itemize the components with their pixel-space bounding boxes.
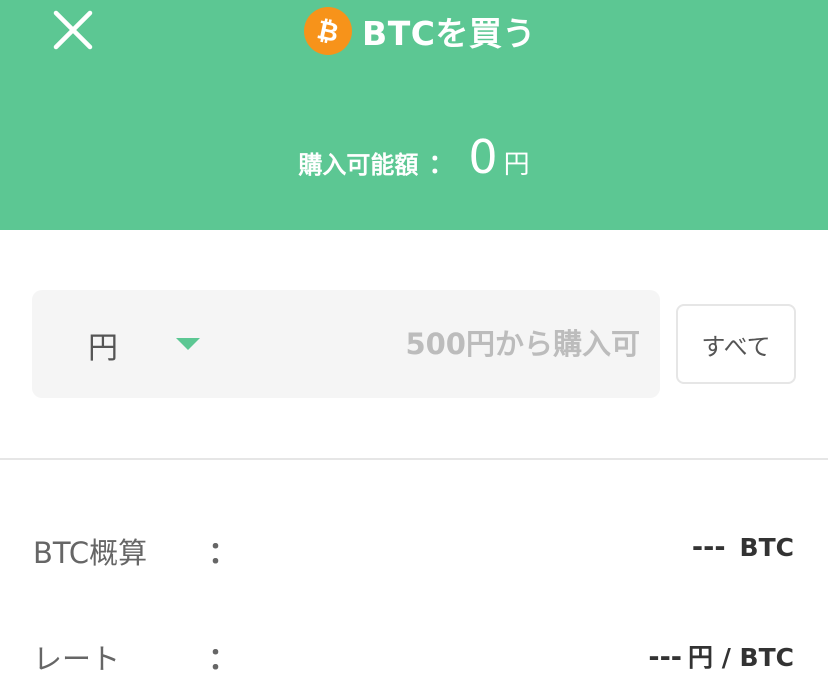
rate-value: --- 円 / BTC	[648, 638, 794, 674]
header: ₿ BTCを買う 購入可能額 ： 0 円	[0, 0, 828, 230]
available-unit: 円	[503, 150, 530, 180]
rate-row: レート ： --- 円 / BTC	[0, 624, 828, 684]
rate-label: レート	[33, 642, 121, 676]
rate-colon: ：	[208, 642, 238, 677]
estimate-label: BTC概算	[33, 536, 148, 570]
estimate-unit: BTC	[739, 533, 794, 562]
title: ₿ BTCを買う	[0, 6, 828, 56]
bitcoin-icon: ₿	[304, 7, 353, 55]
available-label: 購入可能額	[298, 151, 419, 179]
rate-unit: 円 / BTC	[688, 643, 794, 672]
currency-dropdown[interactable]: 円	[32, 290, 232, 398]
available-colon: ：	[428, 150, 455, 180]
estimate-row: BTC概算 ： --- BTC	[0, 518, 828, 578]
divider	[0, 458, 828, 460]
caret-down-icon	[176, 338, 200, 350]
rate-amount: ---	[648, 642, 682, 673]
svg-text:₿: ₿	[314, 15, 341, 49]
currency-label: 円	[88, 331, 118, 366]
available-amount: 購入可能額 ： 0 円	[0, 130, 828, 190]
estimate-colon: ：	[208, 536, 238, 571]
available-value: 0	[468, 130, 498, 184]
estimate-amount: ---	[691, 532, 726, 563]
amount-input[interactable]	[242, 290, 640, 398]
page-title: BTCを買う	[362, 14, 536, 53]
estimate-value: --- BTC	[692, 532, 794, 563]
all-button[interactable]: すべて	[676, 304, 796, 384]
amount-field: 円	[32, 290, 660, 398]
